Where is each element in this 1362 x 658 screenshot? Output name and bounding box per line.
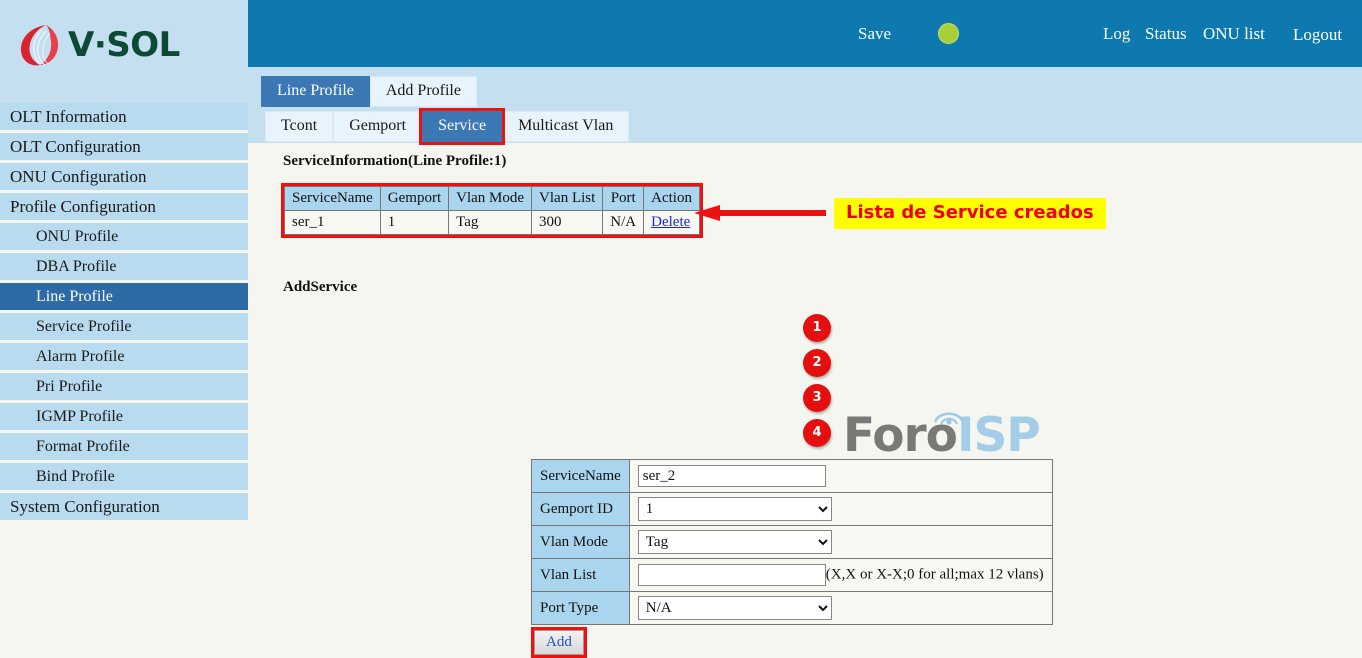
step-badge-2: 2 [803,349,831,377]
save-button[interactable]: Save [858,24,891,44]
field-vlan-list: (X,X or X-X;0 for all;max 12 vlans) [629,559,1052,592]
step-badge-1: 1 [803,314,831,342]
column-header-action: Action [644,187,700,211]
watermark-isp-text: ISP [957,408,1040,463]
table-row: ser_1 1 Tag 300 N/A Delete [285,211,700,235]
service-name-input[interactable] [638,465,826,487]
primary-tab-bar: Line Profile Add Profile [261,76,477,107]
tab-add-profile[interactable]: Add Profile [370,76,477,107]
tab-multicast-vlan[interactable]: Multicast Vlan [502,111,629,142]
vlan-list-hint: (X,X or X-X;0 for all;max 12 vlans) [826,567,1044,583]
field-gemport-id: 1 [629,493,1052,526]
cell-vlan-list: 300 [532,211,603,235]
column-header-servicename: ServiceName [285,187,381,211]
column-header-port: Port [603,187,644,211]
column-header-vlan-mode: Vlan Mode [449,187,532,211]
label-port-type: Port Type [532,592,630,625]
status-link[interactable]: Status [1145,24,1187,44]
sidebar-item-onu-configuration[interactable]: ONU Configuration [0,163,248,190]
sidebar-item-bind-profile[interactable]: Bind Profile [0,463,248,490]
form-row-vlan-list: Vlan List (X,X or X-X;0 for all;max 12 v… [532,559,1053,592]
foroisp-watermark: ForoISP [843,411,1040,461]
sidebar-item-profile-configuration[interactable]: Profile Configuration [0,193,248,220]
log-link[interactable]: Log [1103,24,1130,44]
watermark-foro-text: Foro [843,408,957,463]
tabs-area: Line Profile Add Profile Tcont Gemport S… [248,67,1362,143]
cell-gemport: 1 [380,211,448,235]
column-header-gemport: Gemport [380,187,448,211]
brand-wordmark: V·SOL [68,28,180,62]
column-header-vlan-list: Vlan List [532,187,603,211]
cell-action: Delete [644,211,700,235]
add-service-title: AddService [283,279,357,296]
field-service-name [629,460,1052,493]
onu-list-link[interactable]: ONU list [1203,24,1265,44]
table-header-row: ServiceName Gemport Vlan Mode Vlan List … [285,187,700,211]
add-service-table: ServiceName Gemport ID 1 Vlan Mode [531,459,1053,625]
cell-servicename: ser_1 [285,211,381,235]
tab-tcont[interactable]: Tcont [265,111,333,142]
sidebar-item-olt-configuration[interactable]: OLT Configuration [0,133,248,160]
annotation-callout-label: Lista de Service creados [834,198,1106,229]
save-label: Save [858,24,891,43]
label-service-name: ServiceName [532,460,630,493]
brand-logo[interactable]: V·SOL [18,22,180,68]
sidebar-item-olt-information[interactable]: OLT Information [0,103,248,130]
logo-panel: V·SOL [0,0,248,103]
sidebar-navigation: OLT Information OLT Configuration ONU Co… [0,103,248,591]
port-type-select[interactable]: N/A [638,596,832,620]
add-button[interactable]: Add [534,630,584,655]
sidebar-item-onu-profile[interactable]: ONU Profile [0,223,248,250]
service-information-table-highlight: ServiceName Gemport Vlan Mode Vlan List … [281,183,703,238]
cell-port: N/A [603,211,644,235]
cell-vlan-mode: Tag [449,211,532,235]
sidebar-item-dba-profile[interactable]: DBA Profile [0,253,248,280]
vsol-swirl-icon [18,22,60,68]
service-information-title: ServiceInformation(Line Profile:1) [283,153,506,170]
label-gemport-id: Gemport ID [532,493,630,526]
delete-link[interactable]: Delete [651,214,690,230]
form-row-vlan-mode: Vlan Mode Tag [532,526,1053,559]
logout-link[interactable]: Logout [1293,25,1342,45]
annotation-arrow-icon [694,205,826,221]
olt-web-management-page: V·SOL Save Log Status ONU list Logout Li… [0,0,1362,591]
secondary-tab-bar: Tcont Gemport Service Multicast Vlan [265,111,629,142]
sidebar-item-line-profile[interactable]: Line Profile [0,283,248,310]
add-button-highlight: Add [531,627,587,658]
form-row-port-type: Port Type N/A [532,592,1053,625]
field-port-type: N/A [629,592,1052,625]
tab-service[interactable]: Service [422,111,502,142]
vlan-mode-select[interactable]: Tag [638,530,832,554]
sidebar-item-igmp-profile[interactable]: IGMP Profile [0,403,248,430]
sidebar-item-pri-profile[interactable]: Pri Profile [0,373,248,400]
status-led-icon [938,23,959,44]
sidebar-item-service-profile[interactable]: Service Profile [0,313,248,340]
add-service-form: ServiceName Gemport ID 1 Vlan Mode [531,459,1053,625]
label-vlan-mode: Vlan Mode [532,526,630,559]
sidebar-item-system-configuration[interactable]: System Configuration [0,493,248,520]
form-row-gemport-id: Gemport ID 1 [532,493,1053,526]
sidebar-item-alarm-profile[interactable]: Alarm Profile [0,343,248,370]
service-information-table: ServiceName Gemport Vlan Mode Vlan List … [284,186,700,235]
label-vlan-list: Vlan List [532,559,630,592]
top-header-bar: Save Log Status ONU list Logout [248,0,1362,67]
tab-line-profile[interactable]: Line Profile [261,76,370,107]
gemport-id-select[interactable]: 1 [638,497,832,521]
field-vlan-mode: Tag [629,526,1052,559]
tab-gemport[interactable]: Gemport [333,111,422,142]
step-badge-3: 3 [803,384,831,412]
step-badge-4: 4 [803,419,831,447]
vlan-list-input[interactable] [638,564,826,586]
sidebar-item-format-profile[interactable]: Format Profile [0,433,248,460]
form-row-service-name: ServiceName [532,460,1053,493]
